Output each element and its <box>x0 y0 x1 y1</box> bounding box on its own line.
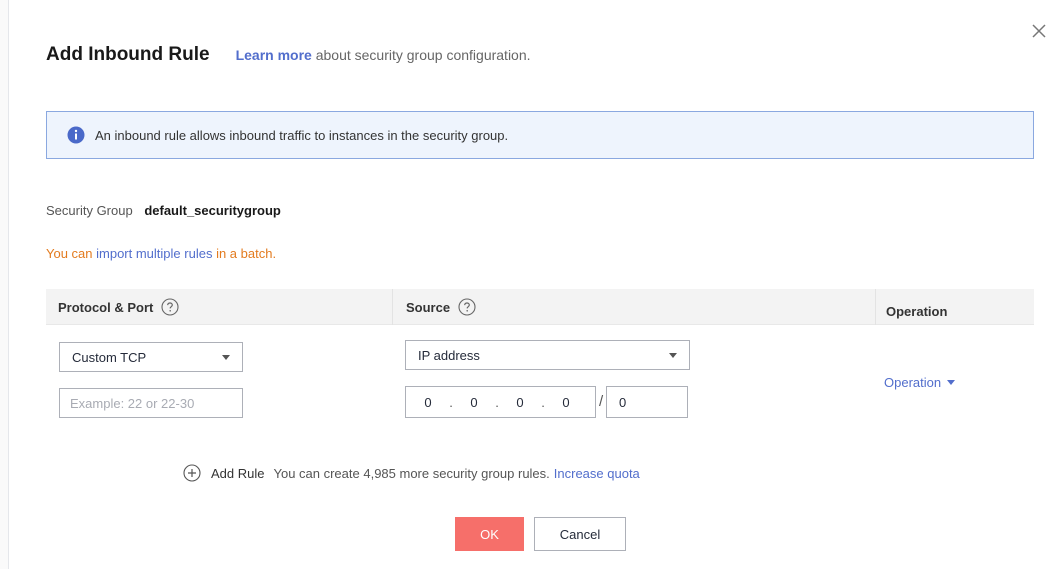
column-label: Protocol & Port <box>58 299 154 315</box>
help-icon[interactable] <box>161 298 179 316</box>
batch-hint-suffix: in a batch. <box>212 246 277 261</box>
batch-import-hint: You can import multiple rules in a batch… <box>46 246 276 261</box>
ip-octet[interactable]: 0 <box>460 395 488 410</box>
ip-octet[interactable]: 0 <box>414 395 442 410</box>
source-select-value: IP address <box>418 347 480 363</box>
dialog-left-edge <box>0 0 9 569</box>
ip-separator: . <box>495 394 499 410</box>
import-rules-link[interactable]: import multiple rules <box>96 246 212 261</box>
rules-table-header: Protocol & Port Source Operation <box>46 289 1034 325</box>
security-group-line: Security Group default_securitygroup <box>46 203 281 218</box>
ip-separator: . <box>449 394 453 410</box>
ip-octet[interactable]: 0 <box>506 395 534 410</box>
dialog-title: Add Inbound Rule <box>46 44 210 65</box>
protocol-select[interactable]: Custom TCP <box>59 342 243 372</box>
operation-label: Operation <box>884 375 942 390</box>
help-icon[interactable] <box>458 298 476 316</box>
column-operation: Operation <box>886 293 947 329</box>
column-divider <box>392 289 393 325</box>
ip-octet[interactable]: 0 <box>552 395 580 410</box>
learn-more-text: about security group configuration. <box>315 47 531 63</box>
ip-separator: . <box>541 394 545 410</box>
info-banner-text: An inbound rule allows inbound traffic t… <box>95 127 509 143</box>
info-banner: An inbound rule allows inbound traffic t… <box>46 111 1034 159</box>
info-icon <box>67 126 85 144</box>
cancel-button[interactable]: Cancel <box>534 517 626 551</box>
increase-quota-link[interactable]: Increase quota <box>554 466 640 481</box>
port-input[interactable] <box>59 388 243 418</box>
learn-more-link[interactable]: Learn more <box>236 47 312 63</box>
chevron-down-icon <box>947 380 956 385</box>
quota-text: You can create 4,985 more security group… <box>273 465 550 481</box>
column-divider <box>875 289 876 325</box>
column-label: Operation <box>886 303 948 319</box>
security-group-label: Security Group <box>46 203 133 218</box>
security-group-value: default_securitygroup <box>144 203 281 218</box>
column-label: Source <box>406 299 451 315</box>
add-circle-icon[interactable] <box>183 464 201 482</box>
source-select[interactable]: IP address <box>405 340 690 370</box>
close-button[interactable] <box>1030 22 1048 40</box>
learn-more-line: Learn more about security group configur… <box>236 47 531 63</box>
chevron-down-icon <box>669 353 677 358</box>
chevron-down-icon <box>222 355 230 360</box>
column-protocol-port: Protocol & Port <box>58 289 179 325</box>
ok-button[interactable]: OK <box>455 517 524 551</box>
column-source: Source <box>406 289 476 325</box>
batch-hint-prefix: You can <box>46 246 97 261</box>
ip-mask-value: 0 <box>619 394 627 410</box>
operation-dropdown[interactable]: Operation <box>884 375 956 390</box>
ip-address-input[interactable]: 0 . 0 . 0 . 0 <box>405 386 596 418</box>
ip-mask-input[interactable]: 0 <box>606 386 688 418</box>
add-rule-button[interactable]: Add Rule <box>211 466 264 481</box>
close-icon <box>1032 24 1046 38</box>
protocol-select-value: Custom TCP <box>72 349 147 365</box>
mask-separator: / <box>599 393 604 410</box>
add-rule-line: Add Rule You can create 4,985 more secur… <box>183 464 640 482</box>
dialog-header: Add Inbound Rule Learn more about securi… <box>46 44 531 66</box>
